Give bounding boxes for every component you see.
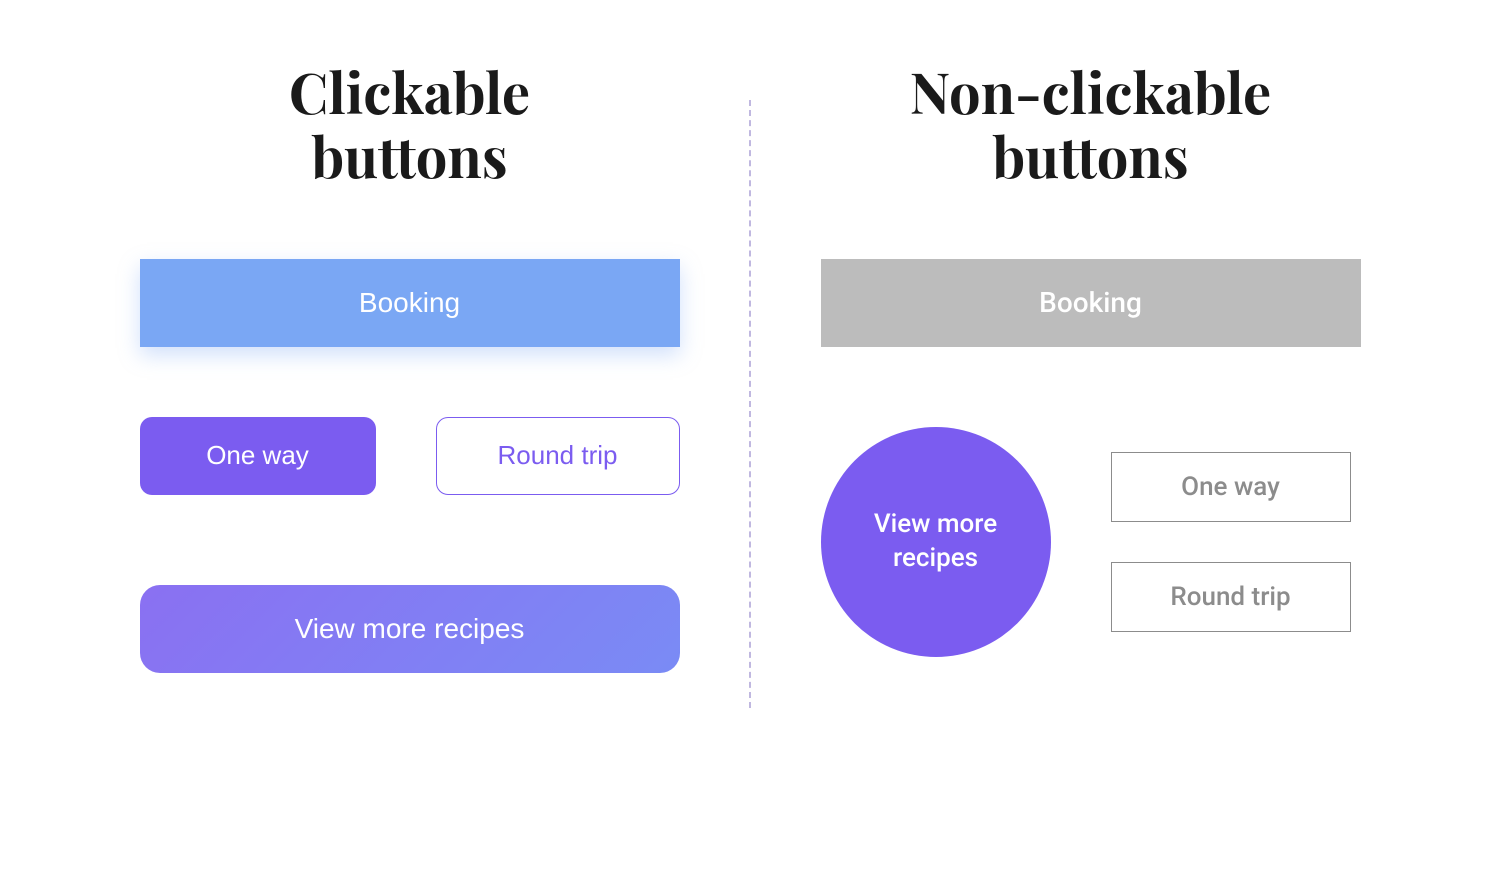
clickable-heading: Clickable buttons [289,60,530,189]
nonclickable-heading: Non-clickable buttons [910,60,1272,189]
viewmore-button-label: View more recipes [295,613,525,645]
oneway-button[interactable]: One way [140,417,376,495]
booking-button-disabled: Booking [821,259,1361,347]
oneway-button-label: One way [206,440,309,471]
diagram-container: Clickable buttons Booking One way Round … [0,0,1500,888]
oneway-disabled-label: One way [1181,472,1280,502]
viewmore-button[interactable]: View more recipes [140,585,680,673]
clickable-heading-line2: buttons [311,118,507,193]
nonclickable-row: View more recipes One way Round trip [821,427,1361,657]
nonclickable-heading-line2: buttons [992,118,1188,193]
oneway-button-disabled: One way [1111,452,1351,522]
roundtrip-button-label: Round trip [498,440,618,471]
booking-button-label: Booking [359,287,460,319]
clickable-column: Clickable buttons Booking One way Round … [70,60,749,788]
nonclickable-stack: One way Round trip [1111,452,1361,632]
viewmore-circle: View more recipes [821,427,1051,657]
booking-disabled-label: Booking [1039,286,1142,319]
viewmore-circle-label: View more recipes [874,508,997,576]
roundtrip-button-disabled: Round trip [1111,562,1351,632]
trip-segment-row: One way Round trip [140,417,680,495]
nonclickable-column: Non-clickable buttons Booking View more … [751,60,1430,788]
roundtrip-disabled-label: Round trip [1170,582,1290,612]
roundtrip-button[interactable]: Round trip [436,417,680,495]
booking-button[interactable]: Booking [140,259,680,347]
